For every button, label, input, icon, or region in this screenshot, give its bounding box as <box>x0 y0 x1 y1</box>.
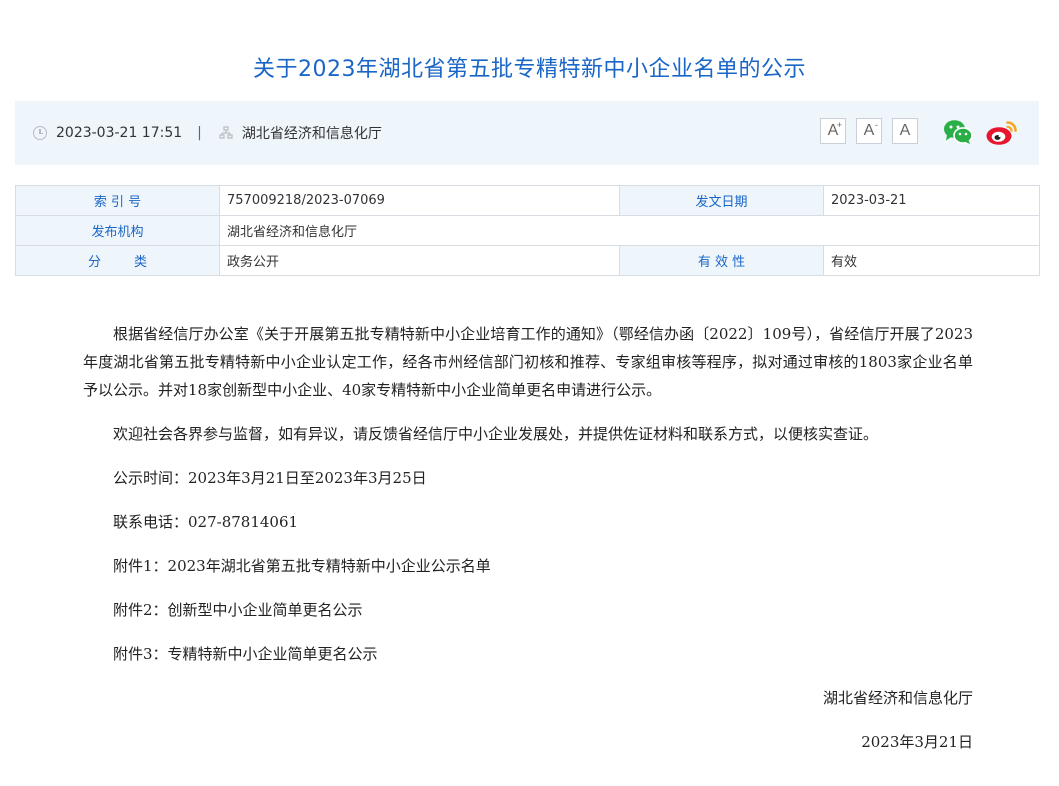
validity-label: 有 效 性 <box>619 245 824 276</box>
organization-icon <box>219 126 233 140</box>
attachment-link-2[interactable]: 附件2：创新型中小企业简单更名公示 <box>83 596 973 624</box>
issue-date-label: 发文日期 <box>619 185 824 216</box>
article-meta-bar: 2023-03-21 17:51 | 湖北省经济和信息化厅 A + A- A <box>15 101 1039 165</box>
font-reset-button[interactable]: A <box>892 118 918 144</box>
publish-datetime: 2023-03-21 17:51 <box>56 125 183 141</box>
category-value: 政务公开 <box>219 245 620 276</box>
document-info-table: 索 引 号 757009218/2023-07069 发文日期 2023-03-… <box>15 185 1040 276</box>
signature-org: 湖北省经济和信息化厅 <box>822 689 973 707</box>
page-title: 关于2023年湖北省第五批专精特新中小企业名单的公示 <box>253 56 806 82</box>
attachment-link-1[interactable]: 附件1：2023年湖北省第五批专精特新中小企业公示名单 <box>83 552 973 580</box>
font-reset-label: A <box>899 122 911 139</box>
font-size-controls: A + A- A <box>820 118 928 144</box>
publisher-name: 湖北省经济和信息化厅 <box>241 126 382 142</box>
font-decrease-label: A <box>863 122 875 139</box>
clock-icon <box>33 126 47 140</box>
category-label: 分 类 <box>15 245 220 276</box>
body-paragraph-2: 欢迎社会各界参与监督，如有异议，请反馈省经信厅中小企业发展处，并提供佐证材料和联… <box>113 425 879 443</box>
attachment-link-3[interactable]: 附件3：专精特新中小企业简单更名公示 <box>83 640 973 668</box>
font-increase-button[interactable]: A + <box>820 118 846 144</box>
article-meta: 2023-03-21 17:51 | 湖北省经济和信息化厅 <box>33 101 382 165</box>
font-increase-sup: + <box>836 120 842 130</box>
table-row: 索 引 号 757009218/2023-07069 发文日期 2023-03-… <box>15 185 1040 216</box>
index-number-label: 索 引 号 <box>15 185 220 216</box>
signature-date: 2023年3月21日 <box>861 733 973 751</box>
font-decrease-button[interactable]: A- <box>856 118 882 144</box>
font-decrease-sup: - <box>875 120 878 130</box>
validity-value: 有效 <box>823 245 1040 276</box>
meta-separator: | <box>197 125 202 141</box>
issuing-org-value: 湖北省经济和信息化厅 <box>219 215 1040 246</box>
table-row: 分 类 政务公开 有 效 性 有效 <box>15 245 1040 276</box>
share-buttons <box>943 118 1018 150</box>
issuing-org-label: 发布机构 <box>15 215 220 246</box>
issue-date-value: 2023-03-21 <box>823 185 1040 216</box>
weibo-icon[interactable] <box>986 118 1018 150</box>
article-body: 根据省经信厅办公室《关于开展第五批专精特新中小企业培育工作的通知》（鄂经信办函〔… <box>83 320 973 772</box>
contact-phone: 联系电话：027-87814061 <box>113 513 299 531</box>
table-row: 发布机构 湖北省经济和信息化厅 <box>15 215 1040 246</box>
wechat-icon[interactable] <box>943 119 973 149</box>
index-number-value: 757009218/2023-07069 <box>219 185 620 216</box>
notice-period: 公示时间：2023年3月21日至2023年3月25日 <box>113 469 427 487</box>
body-paragraph-1: 根据省经信厅办公室《关于开展第五批专精特新中小企业培育工作的通知》（鄂经信办函〔… <box>83 325 973 399</box>
